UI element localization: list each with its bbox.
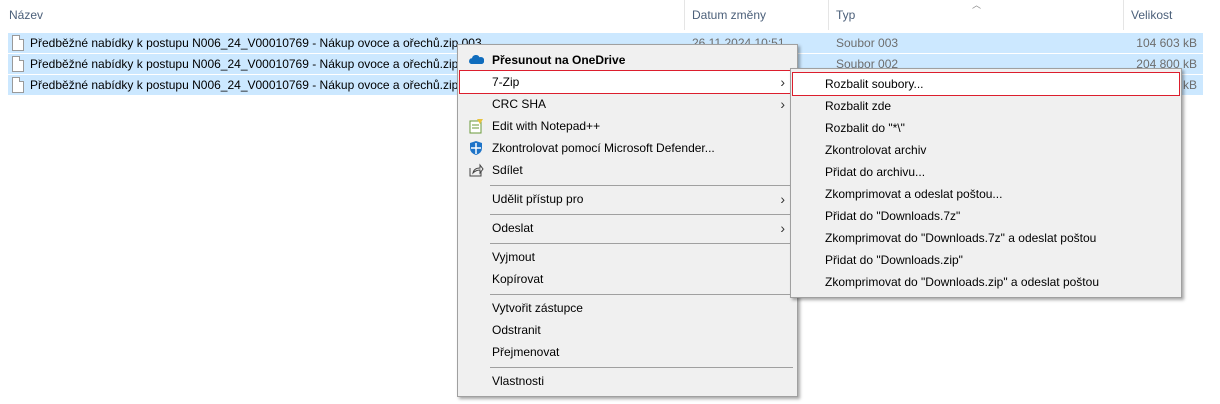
submenu-item-extract-to[interactable]: Rozbalit do "*\" xyxy=(793,117,1179,139)
submenu-item-add-to-7z[interactable]: Přidat do "Downloads.7z" xyxy=(793,205,1179,227)
menu-separator xyxy=(490,243,793,244)
menu-item-send-to[interactable]: Odeslat › xyxy=(460,217,795,239)
submenu-item-add-to-archive[interactable]: Přidat do archivu... xyxy=(793,161,1179,183)
column-header: Název Datum změny Typ ︿ Velikost xyxy=(0,0,1220,30)
column-divider[interactable] xyxy=(1123,0,1124,30)
menu-item-create-shortcut[interactable]: Vytvořit zástupce xyxy=(460,297,795,319)
menu-item-grant-access[interactable]: Udělit přístup pro › xyxy=(460,188,795,210)
onedrive-icon xyxy=(468,52,485,68)
sort-ascending-icon: ︿ xyxy=(972,0,982,10)
menu-item-share[interactable]: Sdílet xyxy=(460,159,795,181)
menu-separator xyxy=(490,367,793,368)
column-divider[interactable] xyxy=(828,0,829,30)
menu-item-copy[interactable]: Kopírovat xyxy=(460,268,795,290)
menu-item-7zip[interactable]: 7-Zip › xyxy=(459,70,796,94)
file-name: Předběžné nabídky k postupu N006_24_V000… xyxy=(30,78,482,92)
submenu-arrow-icon: › xyxy=(780,74,785,90)
defender-shield-icon xyxy=(468,140,484,156)
submenu-item-extract-files[interactable]: Rozbalit soubory... xyxy=(792,72,1180,96)
file-name: Předběžné nabídky k postupu N006_24_V000… xyxy=(30,57,482,71)
file-size: 104 603 kB xyxy=(1136,36,1197,50)
share-icon xyxy=(468,162,484,178)
column-type[interactable]: Typ xyxy=(836,0,855,30)
menu-item-crc-sha[interactable]: CRC SHA › xyxy=(460,93,795,115)
submenu-item-test-archive[interactable]: Zkontrolovat archiv xyxy=(793,139,1179,161)
submenu-item-compress-and-email[interactable]: Zkomprimovat a odeslat poštou... xyxy=(793,183,1179,205)
file-icon xyxy=(12,35,24,51)
menu-item-defender-scan[interactable]: Zkontrolovat pomocí Microsoft Defender..… xyxy=(460,137,795,159)
submenu-item-extract-here[interactable]: Rozbalit zde xyxy=(793,95,1179,117)
submenu-arrow-icon: › xyxy=(780,220,785,236)
submenu-item-compress-7z-email[interactable]: Zkomprimovat do "Downloads.7z" a odeslat… xyxy=(793,227,1179,249)
column-name[interactable]: Název xyxy=(9,0,43,30)
menu-separator xyxy=(490,185,793,186)
menu-item-move-to-onedrive[interactable]: Přesunout na OneDrive xyxy=(460,49,795,71)
column-size[interactable]: Velikost xyxy=(1131,0,1172,30)
menu-item-edit-notepadpp[interactable]: Edit with Notepad++ xyxy=(460,115,795,137)
menu-separator xyxy=(490,214,793,215)
submenu-arrow-icon: › xyxy=(780,96,785,112)
file-icon xyxy=(12,56,24,72)
file-icon xyxy=(12,77,24,93)
file-type: Soubor 003 xyxy=(836,36,899,50)
submenu-item-compress-zip-email[interactable]: Zkomprimovat do "Downloads.zip" a odesla… xyxy=(793,271,1179,293)
file-size: kB xyxy=(1182,78,1197,92)
column-date[interactable]: Datum změny xyxy=(692,0,766,30)
menu-separator xyxy=(490,294,793,295)
menu-item-delete[interactable]: Odstranit xyxy=(460,319,795,341)
submenu-item-add-to-zip[interactable]: Přidat do "Downloads.zip" xyxy=(793,249,1179,271)
column-divider[interactable] xyxy=(684,0,685,30)
file-name: Předběžné nabídky k postupu N006_24_V000… xyxy=(30,36,482,50)
notepadpp-icon xyxy=(468,118,484,134)
context-menu: Přesunout na OneDrive 7-Zip › CRC SHA › … xyxy=(457,44,798,397)
sevenzip-submenu: Rozbalit soubory... Rozbalit zde Rozbali… xyxy=(790,68,1182,298)
menu-item-properties[interactable]: Vlastnosti xyxy=(460,370,795,392)
menu-item-rename[interactable]: Přejmenovat xyxy=(460,341,795,363)
menu-item-cut[interactable]: Vyjmout xyxy=(460,246,795,268)
submenu-arrow-icon: › xyxy=(780,191,785,207)
